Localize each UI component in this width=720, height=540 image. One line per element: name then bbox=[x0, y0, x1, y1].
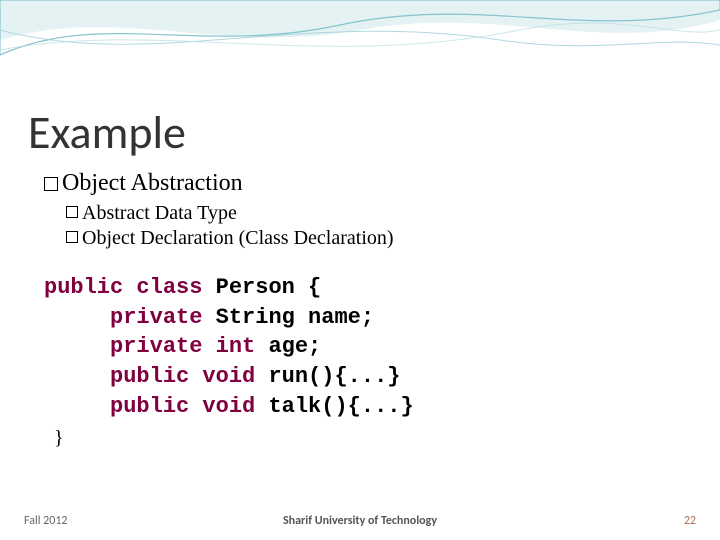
bullet-level2: Object Declaration (Class Declaration) bbox=[66, 226, 680, 251]
bullet-level1: Object Abstraction bbox=[44, 170, 680, 197]
code-text: run(){...} bbox=[255, 364, 400, 389]
code-text: String name; bbox=[202, 305, 374, 330]
bullet-box-icon bbox=[44, 177, 58, 191]
code-block: public class Person { private String nam… bbox=[44, 273, 680, 421]
code-text: talk(){...} bbox=[255, 394, 413, 419]
bullet-box-icon bbox=[66, 206, 78, 218]
code-keyword: public void bbox=[110, 394, 255, 419]
footer-date: Fall 2012 bbox=[24, 514, 68, 528]
bullet-text: Object Abstraction bbox=[62, 170, 243, 197]
slide: Example Object Abstraction Abstract Data… bbox=[0, 0, 720, 540]
bullet-text: Abstract Data Type bbox=[82, 201, 237, 226]
code-text: Person { bbox=[202, 275, 321, 300]
code-text: age; bbox=[255, 334, 321, 359]
slide-footer: Fall 2012 Sharif University of Technolog… bbox=[0, 514, 720, 528]
code-keyword: public void bbox=[110, 364, 255, 389]
footer-institution: Sharif University of Technology bbox=[283, 514, 437, 528]
slide-content: Object Abstraction Abstract Data Type Ob… bbox=[44, 170, 680, 450]
footer-page-number: 22 bbox=[684, 514, 696, 528]
code-keyword: private int bbox=[110, 334, 255, 359]
code-close-brace: } bbox=[54, 427, 680, 450]
bullet-box-icon bbox=[66, 231, 78, 243]
slide-title: Example bbox=[28, 105, 186, 161]
bullet-text: Object Declaration (Class Declaration) bbox=[82, 226, 394, 251]
bullet-level2: Abstract Data Type bbox=[66, 201, 680, 226]
code-keyword: public class bbox=[44, 275, 202, 300]
code-keyword: private bbox=[110, 305, 202, 330]
wave-background bbox=[0, 0, 720, 120]
